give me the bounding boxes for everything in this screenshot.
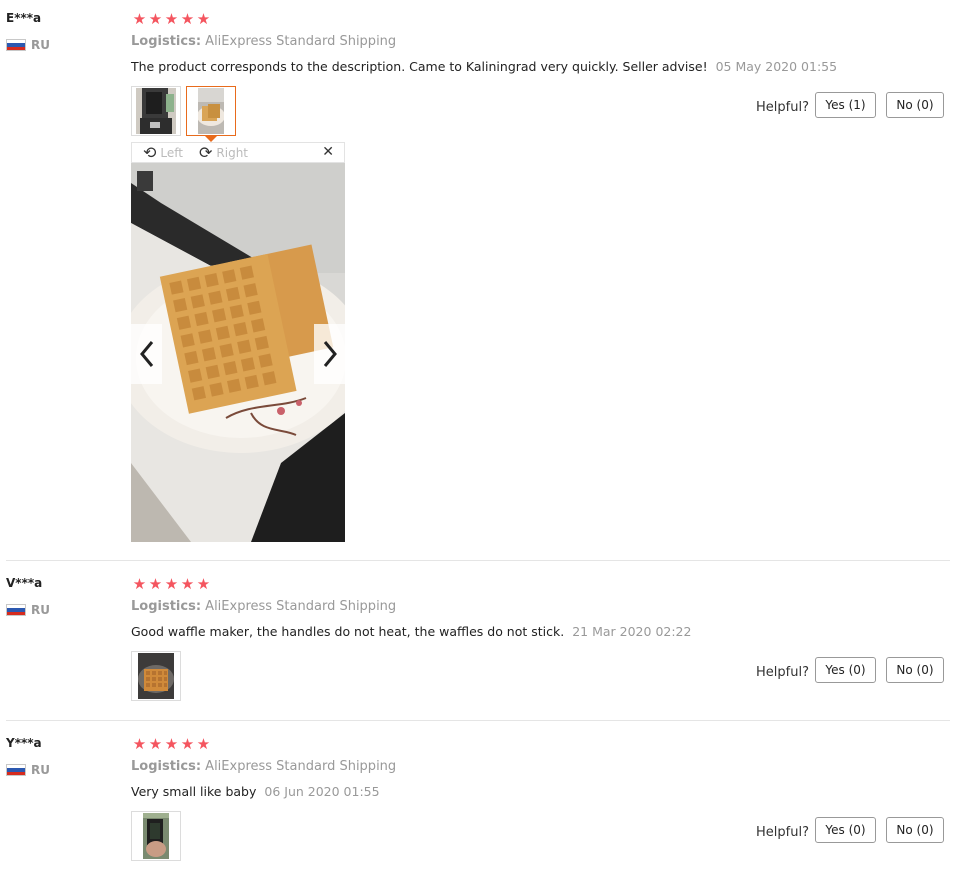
reviewer-name: V***a bbox=[6, 576, 43, 590]
country-code: RU bbox=[31, 603, 50, 617]
chevron-left-icon bbox=[139, 341, 153, 367]
review-text: The product corresponds to the descripti… bbox=[131, 59, 837, 74]
rotate-right-button[interactable]: ⟳ Right bbox=[199, 145, 248, 161]
review-divider bbox=[6, 560, 950, 561]
helpful-label: Helpful? bbox=[756, 825, 809, 840]
helpful-no-button[interactable]: No (0) bbox=[886, 817, 944, 843]
helpful-yes-button[interactable]: Yes (0) bbox=[815, 657, 876, 683]
star-icon: ★ bbox=[132, 575, 147, 593]
logistics-label: Logistics: bbox=[131, 759, 202, 774]
reviewer-country: RU bbox=[6, 763, 50, 777]
logistics-info: Logistics: AliExpress Standard Shipping bbox=[131, 34, 396, 49]
review-date: 21 Mar 2020 02:22 bbox=[572, 624, 692, 639]
review-photo-thumbnail[interactable] bbox=[131, 811, 181, 861]
enlarged-review-photo bbox=[131, 163, 345, 542]
helpful-label: Helpful? bbox=[756, 100, 809, 115]
star-icon: ★ bbox=[132, 735, 147, 753]
star-icon: ★ bbox=[148, 10, 163, 28]
review-photo-thumbnail-active[interactable] bbox=[186, 86, 236, 136]
star-icon: ★ bbox=[132, 10, 147, 28]
country-code: RU bbox=[31, 38, 50, 52]
review-body: Very small like baby bbox=[131, 784, 257, 799]
helpful-yes-button[interactable]: Yes (1) bbox=[815, 92, 876, 118]
review-date: 05 May 2020 01:55 bbox=[715, 59, 838, 74]
review-text: Very small like baby 06 Jun 2020 01:55 bbox=[131, 784, 380, 799]
star-icon: ★ bbox=[164, 735, 179, 753]
logistics-value: AliExpress Standard Shipping bbox=[205, 34, 397, 49]
review-photo-thumbnail[interactable] bbox=[131, 86, 181, 136]
review-body: Good waffle maker, the handles do not he… bbox=[131, 624, 565, 639]
photo-viewer-toolbar: ⟲ Left ⟳ Right ✕ bbox=[131, 142, 345, 163]
star-icon: ★ bbox=[148, 575, 163, 593]
close-icon[interactable]: ✕ bbox=[322, 144, 334, 160]
review-date: 06 Jun 2020 01:55 bbox=[264, 784, 380, 799]
review-photo-thumbnail[interactable] bbox=[131, 651, 181, 701]
star-icon: ★ bbox=[196, 575, 211, 593]
russia-flag-icon bbox=[6, 39, 26, 51]
review-divider bbox=[6, 720, 950, 721]
logistics-info: Logistics: AliExpress Standard Shipping bbox=[131, 759, 396, 774]
reviewer-country: RU bbox=[6, 603, 50, 617]
star-icon: ★ bbox=[180, 575, 195, 593]
star-rating: ★ ★ ★ ★ ★ bbox=[132, 577, 211, 592]
next-photo-button[interactable] bbox=[314, 324, 345, 384]
reviewer-name: E***a bbox=[6, 11, 42, 25]
helpful-label: Helpful? bbox=[756, 665, 809, 680]
previous-photo-button[interactable] bbox=[131, 324, 162, 384]
helpful-no-button[interactable]: No (0) bbox=[886, 657, 944, 683]
waffle-maker-in-hand-photo bbox=[143, 813, 169, 859]
russia-flag-icon bbox=[6, 764, 26, 776]
star-icon: ★ bbox=[196, 735, 211, 753]
rotate-right-icon: ⟳ bbox=[199, 143, 213, 162]
reviewer-country: RU bbox=[6, 38, 50, 52]
star-icon: ★ bbox=[164, 10, 179, 28]
rotate-left-icon: ⟲ bbox=[143, 143, 157, 162]
waffles-photo bbox=[198, 88, 224, 134]
star-icon: ★ bbox=[148, 735, 163, 753]
star-icon: ★ bbox=[180, 10, 195, 28]
chevron-right-icon bbox=[323, 341, 337, 367]
waffles-on-plate-photo bbox=[131, 163, 345, 542]
waffle-photo bbox=[138, 653, 174, 699]
star-rating: ★ ★ ★ ★ ★ bbox=[132, 737, 211, 752]
russia-flag-icon bbox=[6, 604, 26, 616]
star-rating: ★ ★ ★ ★ ★ bbox=[132, 12, 211, 27]
logistics-label: Logistics: bbox=[131, 599, 202, 614]
logistics-label: Logistics: bbox=[131, 34, 202, 49]
rotate-right-label: Right bbox=[216, 146, 249, 160]
star-icon: ★ bbox=[196, 10, 211, 28]
helpful-yes-button[interactable]: Yes (0) bbox=[815, 817, 876, 843]
reviewer-name: Y***a bbox=[6, 736, 42, 750]
photo-viewer: ⟲ Left ⟳ Right ✕ bbox=[131, 142, 345, 542]
waffle-maker-photo bbox=[136, 88, 176, 134]
logistics-value: AliExpress Standard Shipping bbox=[205, 599, 397, 614]
helpful-no-button[interactable]: No (0) bbox=[886, 92, 944, 118]
star-icon: ★ bbox=[164, 575, 179, 593]
star-icon: ★ bbox=[180, 735, 195, 753]
country-code: RU bbox=[31, 763, 50, 777]
rotate-left-button[interactable]: ⟲ Left bbox=[143, 145, 183, 161]
review-body: The product corresponds to the descripti… bbox=[131, 59, 708, 74]
logistics-info: Logistics: AliExpress Standard Shipping bbox=[131, 599, 396, 614]
logistics-value: AliExpress Standard Shipping bbox=[205, 759, 397, 774]
rotate-left-label: Left bbox=[160, 146, 183, 160]
review-text: Good waffle maker, the handles do not he… bbox=[131, 624, 691, 639]
